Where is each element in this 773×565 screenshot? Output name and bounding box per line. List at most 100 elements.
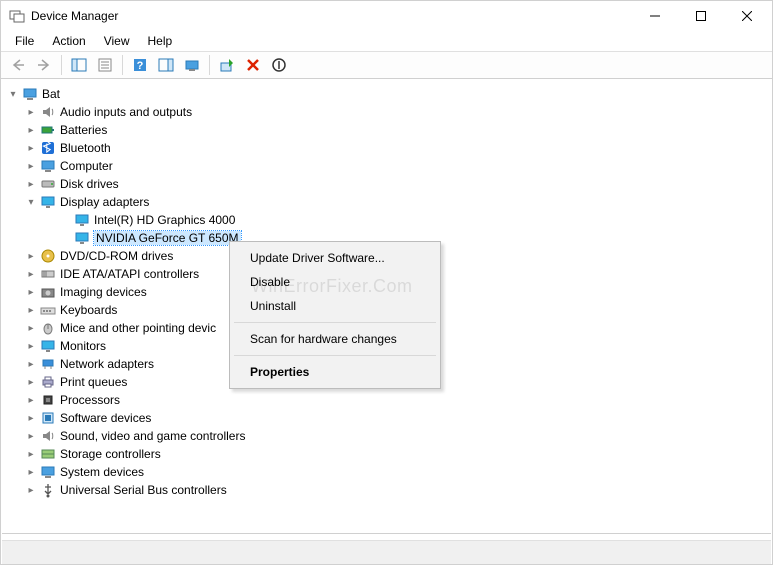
tree-label: Display adapters [60, 195, 149, 209]
tree-root[interactable]: ▾ Bat [2, 85, 771, 103]
tree-label: Storage controllers [60, 447, 161, 461]
menu-help[interactable]: Help [140, 32, 181, 50]
tree-label: Intel(R) HD Graphics 4000 [94, 213, 235, 227]
dvd-icon [40, 248, 56, 264]
expander-icon[interactable]: ▸ [24, 393, 38, 407]
tree-item-processors[interactable]: ▸ Processors [2, 391, 771, 409]
tree-label: Computer [60, 159, 113, 173]
network-icon [40, 356, 56, 372]
minimize-button[interactable] [632, 1, 678, 31]
speaker-icon [40, 104, 56, 120]
bluetooth-icon [40, 140, 56, 156]
tree-label: Sound, video and game controllers [60, 429, 245, 443]
display-icon [40, 194, 56, 210]
action-pane-button[interactable] [154, 53, 178, 77]
tree-item-bluetooth[interactable]: ▸ Bluetooth [2, 139, 771, 157]
display-icon [74, 212, 90, 228]
expander-icon[interactable]: ▸ [24, 105, 38, 119]
toolbar: ? [1, 51, 772, 79]
tree-label: Bat [42, 87, 60, 101]
tree-label: Disk drives [60, 177, 119, 191]
tree-label: DVD/CD-ROM drives [60, 249, 173, 263]
tree-item-usb[interactable]: ▸ Universal Serial Bus controllers [2, 481, 771, 499]
menubar: File Action View Help [1, 31, 772, 51]
menu-view[interactable]: View [96, 32, 138, 50]
expander-icon[interactable]: ▸ [24, 249, 38, 263]
expander-icon[interactable]: ▸ [24, 429, 38, 443]
expander-icon[interactable]: ▸ [24, 177, 38, 191]
cpu-icon [40, 392, 56, 408]
storage-icon [40, 446, 56, 462]
scan-hardware-button[interactable] [180, 53, 204, 77]
tree-label: NVIDIA GeForce GT 650M [94, 231, 241, 245]
close-button[interactable] [724, 1, 770, 31]
printer-icon [40, 374, 56, 390]
tree-item-display-intel[interactable]: ▸ Intel(R) HD Graphics 4000 [2, 211, 771, 229]
expander-icon[interactable]: ▸ [24, 159, 38, 173]
forward-button[interactable] [32, 53, 56, 77]
update-driver-button[interactable] [215, 53, 239, 77]
ctx-uninstall[interactable]: Uninstall [232, 294, 438, 318]
menu-file[interactable]: File [7, 32, 42, 50]
tree-item-sound[interactable]: ▸ Sound, video and game controllers [2, 427, 771, 445]
expander-icon[interactable]: ▸ [24, 465, 38, 479]
expander-icon[interactable]: ▸ [24, 357, 38, 371]
expander-icon[interactable]: ▸ [24, 321, 38, 335]
ctx-properties[interactable]: Properties [232, 360, 438, 384]
context-menu: Update Driver Software... Disable Uninst… [229, 241, 441, 389]
system-icon [40, 464, 56, 480]
expander-icon[interactable]: ▾ [6, 87, 20, 101]
expander-icon[interactable]: ▸ [24, 303, 38, 317]
expander-icon[interactable]: ▸ [24, 339, 38, 353]
ctx-update-driver[interactable]: Update Driver Software... [232, 246, 438, 270]
tree-item-batteries[interactable]: ▸ Batteries [2, 121, 771, 139]
tree-label: Batteries [60, 123, 107, 137]
properties-button[interactable] [93, 53, 117, 77]
window-buttons [632, 1, 770, 31]
expander-icon[interactable]: ▸ [24, 483, 38, 497]
tree-label: Monitors [60, 339, 106, 353]
sound-icon [40, 428, 56, 444]
expander-icon[interactable]: ▸ [24, 411, 38, 425]
toolbar-separator [61, 55, 62, 75]
tree-item-system[interactable]: ▸ System devices [2, 463, 771, 481]
expander-icon[interactable]: ▸ [24, 267, 38, 281]
tree-item-display[interactable]: ▾ Display adapters [2, 193, 771, 211]
tree-item-storage[interactable]: ▸ Storage controllers [2, 445, 771, 463]
battery-icon [40, 122, 56, 138]
tree-item-audio[interactable]: ▸ Audio inputs and outputs [2, 103, 771, 121]
mouse-icon [40, 320, 56, 336]
keyboard-icon [40, 302, 56, 318]
expander-icon[interactable]: ▸ [24, 285, 38, 299]
tree-item-computer[interactable]: ▸ Computer [2, 157, 771, 175]
maximize-button[interactable] [678, 1, 724, 31]
help-button[interactable]: ? [128, 53, 152, 77]
tree-label: Imaging devices [60, 285, 147, 299]
expander-icon[interactable]: ▸ [24, 141, 38, 155]
show-hide-console-tree-button[interactable] [67, 53, 91, 77]
disk-icon [40, 176, 56, 192]
toolbar-separator [209, 55, 210, 75]
expander-icon[interactable]: ▾ [24, 195, 38, 209]
tree-label: IDE ATA/ATAPI controllers [60, 267, 199, 281]
software-icon [40, 410, 56, 426]
tree-item-software[interactable]: ▸ Software devices [2, 409, 771, 427]
tree-label: Mice and other pointing devic [60, 321, 216, 335]
tree-item-disk[interactable]: ▸ Disk drives [2, 175, 771, 193]
tree-label: Keyboards [60, 303, 117, 317]
menu-action[interactable]: Action [44, 32, 93, 50]
tree-label: System devices [60, 465, 144, 479]
back-button[interactable] [6, 53, 30, 77]
expander-icon[interactable]: ▸ [24, 375, 38, 389]
tree-label: Print queues [60, 375, 127, 389]
tree-label: Processors [60, 393, 120, 407]
ctx-separator [234, 322, 436, 323]
tree-label: Bluetooth [60, 141, 111, 155]
disable-button[interactable] [267, 53, 291, 77]
ctx-disable[interactable]: Disable [232, 270, 438, 294]
expander-icon[interactable]: ▸ [24, 123, 38, 137]
monitor-icon [40, 338, 56, 354]
uninstall-button[interactable] [241, 53, 265, 77]
expander-icon[interactable]: ▸ [24, 447, 38, 461]
ctx-scan-hardware[interactable]: Scan for hardware changes [232, 327, 438, 351]
